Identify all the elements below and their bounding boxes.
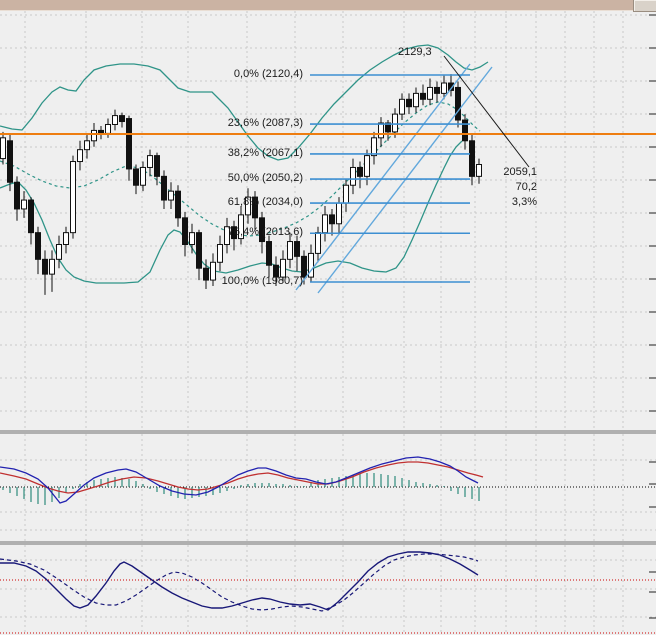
- chart-canvas[interactable]: [0, 0, 656, 635]
- measure-percent: 3,3%: [511, 196, 537, 208]
- fib-label-76[interactable]: 76,4% (2013,6): [228, 226, 303, 239]
- panel-splitter-2[interactable]: [0, 541, 656, 545]
- fib-label-50[interactable]: 50,0% (2050,2): [228, 172, 303, 185]
- swing-high-label[interactable]: 2129,3: [398, 46, 432, 59]
- stoch-panel[interactable]: [0, 545, 656, 635]
- fib-label-0[interactable]: 0,0% (2120,4): [234, 68, 303, 81]
- fib-label-38[interactable]: 38,2% (2067,1): [228, 147, 303, 160]
- window-top-strip: [0, 0, 656, 11]
- measure-annotation[interactable]: 2059,1 70,2 3,3%: [503, 165, 537, 210]
- measure-change: 70,2: [515, 181, 537, 193]
- panel-splitter-1[interactable]: [0, 430, 656, 434]
- corner-button[interactable]: [633, 0, 656, 12]
- macd-panel[interactable]: [0, 434, 656, 541]
- fib-label-61[interactable]: 61,8% (2034,0): [228, 196, 303, 209]
- chart-window: 0,0% (2120,4) 23,6% (2087,3) 38,2% (2067…: [0, 0, 656, 635]
- fib-label-23[interactable]: 23,6% (2087,3): [228, 117, 303, 130]
- measure-price: 2059,1: [503, 166, 537, 178]
- fib-label-100[interactable]: 100,0% (1980,7): [222, 275, 303, 288]
